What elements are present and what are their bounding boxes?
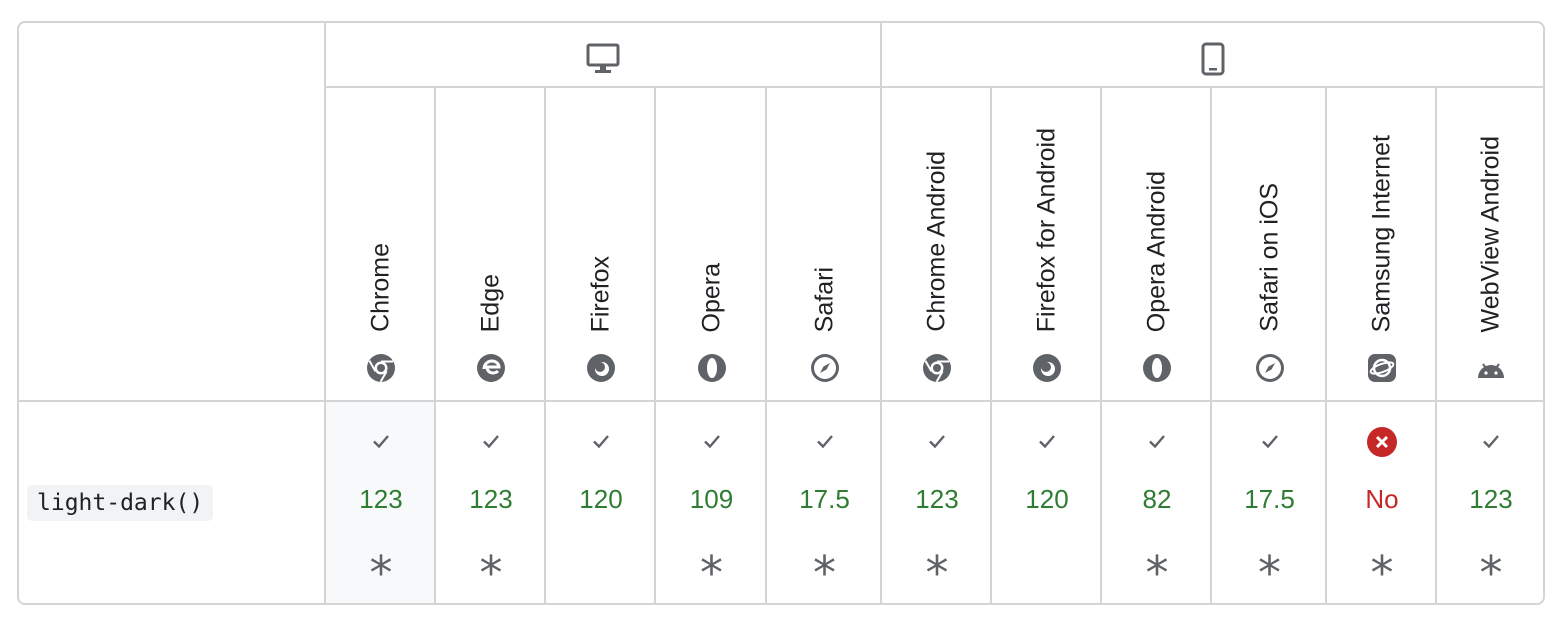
support-cell[interactable]: 17.5 * [1212,402,1327,603]
browser-name: Opera Android [1143,171,1172,332]
support-cell[interactable]: 123 * [1437,402,1543,603]
support-cell[interactable]: 123 * [326,402,436,603]
chrome-icon [921,352,953,384]
note-asterisk[interactable]: * [882,550,992,596]
check-icon [701,430,723,452]
note-asterisk[interactable]: * [436,550,546,596]
browser-name: Chrome Android [923,151,952,332]
opera-icon [1141,352,1173,384]
browser-header-firefox-for-android: Firefox for Android [992,88,1102,400]
note-asterisk[interactable]: * [656,550,767,596]
version-label: 123 [1469,484,1513,514]
firefox-icon [1031,352,1063,384]
samsung-internet-icon [1366,352,1398,384]
browser-header-safari-on-ios: Safari on iOS [1212,88,1327,400]
browser-header-opera: Opera [656,88,767,400]
browser-header-safari: Safari [767,88,882,400]
browser-name-text: WebView Android [1476,135,1505,332]
safari-icon [1254,352,1286,384]
support-cell[interactable]: 123 * [882,402,992,603]
version-label: 120 [579,484,623,514]
android-icon [1475,352,1507,384]
browser-name: Safari [810,267,839,332]
browser-name-text: Firefox [586,255,615,332]
version-label: 120 [1025,484,1069,514]
note-asterisk[interactable]: * [1212,550,1327,596]
feature-name: light-dark() [27,485,214,521]
note-asterisk[interactable]: * [1327,550,1437,596]
version-label: 123 [469,484,513,514]
check-icon [926,430,948,452]
check-icon [1146,430,1168,452]
browser-name-text: Safari on iOS [1255,183,1283,332]
browser-header-edge: Edge [436,88,546,400]
browser-header-chrome-android: Chrome Android [882,88,992,400]
safari-icon [809,352,841,384]
version-label: 17.5 [1244,484,1295,514]
check-icon [1480,430,1502,452]
browser-name-text: Firefox for Android [1032,127,1061,332]
support-cell[interactable]: 82 * [1102,402,1212,603]
browser-header-opera-android: Opera Android [1102,88,1212,400]
note-asterisk[interactable]: * [767,550,882,596]
opera-icon [696,352,728,384]
version-label: 17.5 [799,484,850,514]
phone-icon [1193,41,1233,77]
browser-name: Samsung Internet [1368,135,1397,332]
check-icon [480,430,502,452]
support-cell[interactable]: 109 * [656,402,767,603]
browser-name-text: Opera [697,262,725,332]
browser-header-firefox: Firefox [546,88,656,400]
check-icon [1036,430,1058,452]
browser-name: Edge [477,274,506,332]
browser-name-text: Safari [810,266,838,332]
support-cell[interactable]: 123 * [436,402,546,603]
feature-cell: light-dark() [19,402,324,603]
version-label: 123 [359,484,403,514]
version-label: 82 [1142,484,1172,514]
support-cell[interactable]: No * [1327,402,1437,603]
support-cell[interactable]: 120 [546,402,656,603]
browser-name: Opera [697,263,726,332]
browser-name-text: Opera Android [1142,170,1171,332]
browser-name: WebView Android [1477,136,1506,332]
note-asterisk[interactable]: * [1102,550,1212,596]
edge-icon [475,352,507,384]
browser-name-text: Chrome [366,243,395,332]
browser-name: Firefox [587,256,616,332]
check-icon [590,430,612,452]
unsupported-icon [1366,426,1398,458]
check-icon [1259,430,1281,452]
chrome-icon [365,352,397,384]
browser-header-webview-android: WebView Android [1437,88,1543,400]
monitor-icon [583,41,623,77]
browser-name-text: Samsung Internet [1367,134,1396,332]
firefox-icon [585,352,617,384]
support-cell[interactable]: 17.5 * [767,402,882,603]
version-label: No [1365,484,1399,514]
version-label: 123 [915,484,959,514]
note-asterisk[interactable]: * [1437,550,1543,596]
check-icon [370,430,392,452]
compat-table: light-dark() Chrome 123 * Edge 123 * Firefox 12… [17,21,1545,605]
check-icon [814,430,836,452]
browser-name-text: Edge [476,273,505,332]
browser-name-text: Chrome Android [922,151,951,332]
browser-name: Chrome [367,243,396,332]
version-label: 109 [689,484,734,514]
browser-name: Safari on iOS [1255,183,1284,332]
support-cell[interactable]: 120 [992,402,1102,603]
browser-name: Firefox for Android [1033,128,1062,332]
note-asterisk[interactable]: * [326,550,436,596]
browser-header-chrome: Chrome [326,88,436,400]
browser-header-samsung-internet: Samsung Internet [1327,88,1437,400]
